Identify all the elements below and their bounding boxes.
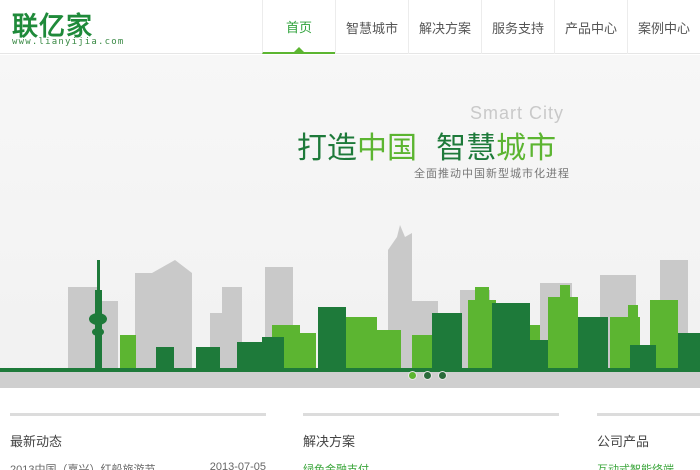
headline-part-1a: 打造 <box>297 131 357 166</box>
hero-banner[interactable]: Smart City 打造中国 智慧城市 全面推动中国新型城市化进程 <box>0 55 700 388</box>
headline-part-2b: 城市 <box>496 131 557 166</box>
banner-ground <box>0 368 700 388</box>
products-title: 公司产品 <box>597 434 650 449</box>
slide-dot-1[interactable] <box>408 371 417 380</box>
news-item-date: 2013-07-05 <box>209 461 266 470</box>
slide-dot-2[interactable] <box>423 371 432 380</box>
headline-part-1b: 中国 <box>357 131 417 166</box>
news-item[interactable]: 2013中国（嘉兴）红船旅游节 2013-07-05 <box>10 461 266 470</box>
site-header: 联亿家 www.lianyijia.com 首页 智慧城市 解决方案 服务支持 … <box>0 0 700 54</box>
banner-subtitle: 全面推动中国新型城市化进程 <box>414 168 570 180</box>
nav-home[interactable]: 首页 <box>262 0 335 54</box>
main-nav: 首页 智慧城市 解决方案 服务支持 产品中心 案例中心 <box>262 0 700 54</box>
nav-products[interactable]: 产品中心 <box>554 0 627 54</box>
section-divider <box>10 413 266 416</box>
solutions-title: 解决方案 <box>303 434 356 449</box>
nav-support[interactable]: 服务支持 <box>481 0 554 54</box>
news-item-title[interactable]: 2013中国（嘉兴）红船旅游节 <box>10 461 155 470</box>
slider-pagination <box>408 371 447 380</box>
logo-url: www.lianyijia.com <box>12 37 125 47</box>
solutions-section: 解决方案 绿色金融支付 <box>303 413 559 470</box>
slide-dot-3[interactable] <box>438 371 447 380</box>
banner-eyebrow: Smart City <box>470 103 565 123</box>
nav-smart-city[interactable]: 智慧城市 <box>335 0 408 54</box>
logo[interactable]: 联亿家 www.lianyijia.com <box>8 6 123 50</box>
city-skyline-illustration <box>68 225 700 368</box>
section-divider <box>303 413 559 416</box>
product-link[interactable]: 互动式智能终端 <box>597 461 674 470</box>
news-section: 最新动态 2013中国（嘉兴）红船旅游节 2013-07-05 <box>10 413 266 470</box>
banner-headline: 打造中国 智慧城市 <box>297 123 556 167</box>
solution-link[interactable]: 绿色金融支付 <box>303 461 369 470</box>
section-divider <box>597 413 700 416</box>
nav-cases[interactable]: 案例中心 <box>627 0 700 54</box>
news-title: 最新动态 <box>10 434 63 449</box>
solutions-item[interactable]: 绿色金融支付 <box>303 461 559 470</box>
headline-part-2a: 智慧 <box>436 131 497 166</box>
products-section: 公司产品 互动式智能终端 <box>597 413 700 470</box>
nav-solutions[interactable]: 解决方案 <box>408 0 481 54</box>
products-item[interactable]: 互动式智能终端 <box>597 461 700 470</box>
